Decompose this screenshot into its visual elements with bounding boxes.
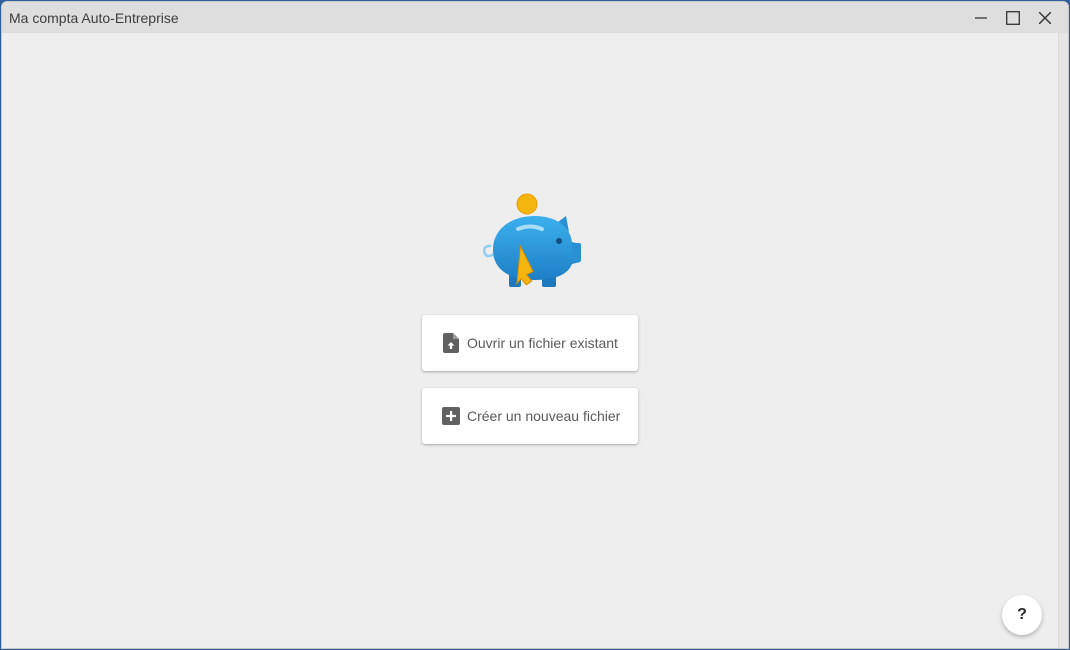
open-existing-file-label: Ouvrir un fichier existant	[467, 335, 618, 351]
maximize-icon	[1006, 10, 1020, 25]
minimize-button[interactable]	[965, 2, 997, 33]
plus-box-icon	[441, 406, 460, 426]
close-button[interactable]	[1029, 2, 1061, 33]
file-upload-icon	[441, 333, 460, 353]
help-button[interactable]: ?	[1002, 595, 1042, 635]
minimize-icon	[975, 16, 987, 19]
window-title: Ma compta Auto-Entreprise	[9, 10, 179, 26]
vertical-scrollbar[interactable]	[1058, 33, 1068, 648]
piggy-bank-coin-cursor-icon	[482, 193, 581, 287]
create-new-file-label: Créer un nouveau fichier	[467, 408, 621, 424]
open-existing-file-button[interactable]: Ouvrir un fichier existant	[422, 315, 638, 371]
maximize-button[interactable]	[997, 2, 1029, 33]
create-new-file-button[interactable]: Créer un nouveau fichier	[422, 388, 638, 444]
title-bar[interactable]: Ma compta Auto-Entreprise	[2, 2, 1068, 33]
app-window: Ma compta Auto-Entreprise Ouvrir un fich…	[1, 1, 1069, 649]
close-icon	[1039, 11, 1051, 24]
